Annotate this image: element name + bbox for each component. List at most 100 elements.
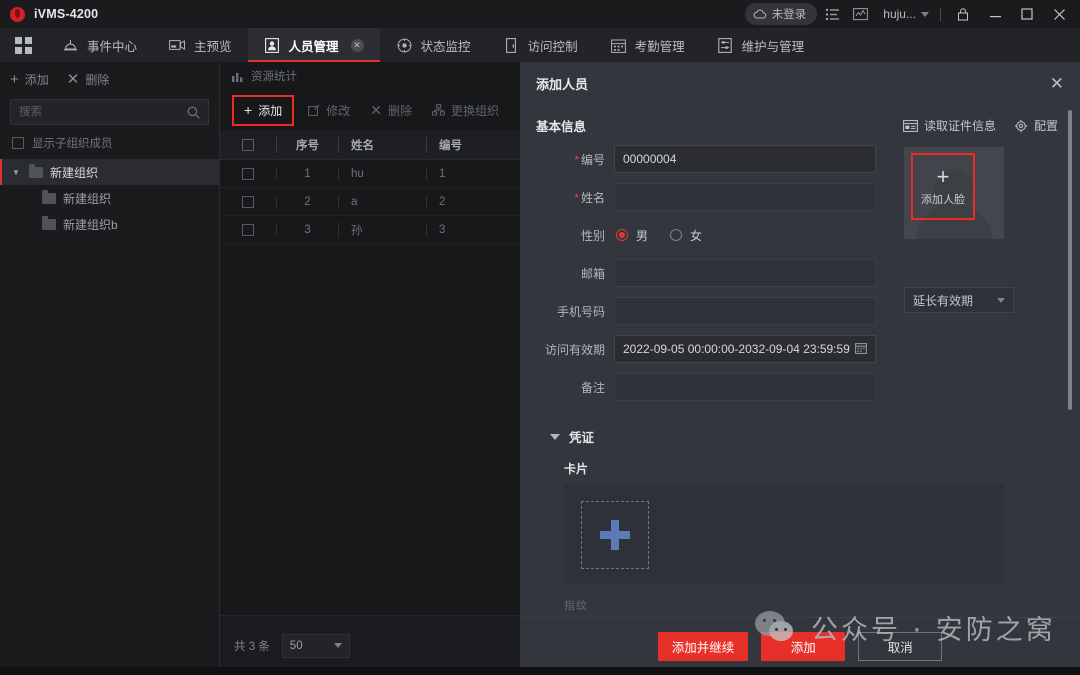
row-checkbox[interactable]: [220, 167, 276, 180]
cell-code: 3: [426, 223, 520, 236]
cell-code: 2: [426, 195, 520, 208]
list-icon[interactable]: [819, 3, 845, 25]
organization-toolbar: + 添加 ✕ 删除: [0, 62, 219, 96]
close-icon[interactable]: [1044, 2, 1074, 26]
dialog-scrollbar[interactable]: [1068, 110, 1072, 410]
show-sub-members-checkbox[interactable]: [12, 137, 24, 149]
read-id-card-button[interactable]: 读取证件信息: [903, 117, 996, 134]
tab-event-center[interactable]: 事件中心: [46, 28, 153, 62]
row-checkbox[interactable]: [220, 223, 276, 236]
cell-seq: 2: [276, 195, 338, 208]
add-card-button[interactable]: [581, 501, 649, 569]
gender-label: 性别: [580, 228, 605, 243]
select-all-checkbox[interactable]: [220, 138, 276, 151]
row-checkbox[interactable]: [220, 195, 276, 208]
alarm-bell-icon: [62, 38, 79, 53]
person-list-footer: 共 3 条 50: [220, 615, 520, 675]
tab-attendance[interactable]: 考勤管理: [594, 28, 701, 62]
person-change-org-label: 更换组织: [450, 103, 499, 118]
chevron-down-icon[interactable]: [550, 433, 560, 440]
tab-label: 主预览: [194, 39, 232, 54]
tree-item-label: 新建组织: [50, 165, 99, 180]
face-photo-area[interactable]: + 添加人脸: [904, 147, 1004, 239]
person-delete-button[interactable]: ✕ 删除: [364, 98, 418, 123]
table-row[interactable]: 2 a 2: [220, 188, 520, 216]
credential-section-header[interactable]: 凭证: [536, 427, 1058, 446]
remark-input[interactable]: [614, 373, 876, 401]
extend-validity-select[interactable]: 延长有效期: [904, 287, 1014, 313]
minimize-icon[interactable]: [980, 2, 1010, 26]
tab-label: 事件中心: [87, 39, 138, 54]
module-tab-bar: 事件中心 主预览 人员管理 ✕ 状态监控 访问控制 考勤管理 维护与管理: [0, 28, 1080, 62]
validity-input[interactable]: 2022-09-05 00:00:00-2032-09-04 23:59:59: [614, 335, 876, 363]
org-delete-button[interactable]: ✕ 删除: [67, 71, 110, 88]
page-size-select[interactable]: 50: [281, 633, 350, 658]
email-label: 邮箱: [580, 266, 605, 281]
user-menu[interactable]: huju...: [875, 7, 933, 21]
radio-male-icon[interactable]: [616, 229, 628, 241]
calendar-icon[interactable]: [855, 342, 867, 357]
tree-item-child-org-2[interactable]: 新建组织b: [0, 211, 219, 237]
tab-status-monitor[interactable]: 状态监控: [380, 28, 487, 62]
tree-item-label: 新建组织b: [63, 217, 118, 232]
config-button[interactable]: 配置: [1014, 117, 1058, 134]
cell-seq: 3: [276, 223, 338, 236]
person-change-org-button[interactable]: 更换组织: [426, 98, 505, 123]
person-edit-button[interactable]: 修改: [302, 98, 356, 123]
org-search-box[interactable]: [10, 99, 209, 125]
credential-section-title: 凭证: [569, 431, 595, 445]
close-x-icon: ✕: [370, 102, 382, 118]
field-row-code: * 编号 00000004: [536, 145, 876, 173]
column-header-seq[interactable]: 序号: [276, 136, 338, 153]
folder-icon: [29, 163, 43, 178]
resource-stat-header[interactable]: 资源统计: [220, 62, 520, 90]
radio-female-icon[interactable]: [670, 229, 683, 241]
folder-icon: [42, 189, 56, 204]
person-add-button[interactable]: + 添加: [232, 94, 295, 126]
name-input[interactable]: [614, 183, 876, 211]
tree-item-root-org[interactable]: ▼ 新建组织: [0, 159, 219, 185]
tab-main-preview[interactable]: 主预览: [153, 28, 248, 62]
tab-person-management[interactable]: 人员管理 ✕: [247, 28, 380, 62]
tab-close-icon[interactable]: ✕: [350, 38, 364, 52]
gender-female-option[interactable]: 女: [670, 227, 702, 244]
tab-label: 访问控制: [527, 39, 578, 54]
swap-org-icon: [432, 104, 445, 116]
field-row-remark: 备注: [536, 373, 876, 401]
chevron-down-icon: [997, 297, 1005, 303]
door-icon: [503, 37, 520, 53]
tab-maintenance[interactable]: 维护与管理: [701, 28, 821, 62]
chevron-down-icon: [921, 11, 929, 17]
cancel-button[interactable]: 取消: [858, 632, 943, 661]
add-and-continue-button[interactable]: 添加并继续: [657, 632, 749, 661]
org-add-button[interactable]: + 添加: [10, 71, 49, 88]
chart-icon[interactable]: [847, 3, 873, 25]
email-input[interactable]: [614, 259, 876, 287]
bar-chart-icon: [232, 72, 243, 82]
show-sub-members-row[interactable]: 显示子组织成员: [0, 125, 219, 159]
field-row-gender: 性别 男 女: [536, 221, 876, 249]
person-edit-label: 修改: [326, 103, 351, 118]
code-input[interactable]: 00000004: [614, 145, 876, 173]
person-add-label: 添加: [258, 103, 283, 118]
maximize-icon[interactable]: [1012, 2, 1042, 26]
apps-grid-icon[interactable]: [0, 28, 46, 62]
resource-stat-label: 资源统计: [251, 71, 297, 83]
cloud-login-status[interactable]: 未登录: [744, 3, 818, 25]
tab-access-control[interactable]: 访问控制: [487, 28, 594, 62]
table-row[interactable]: 3 孙 3: [220, 216, 520, 244]
tree-item-child-org-1[interactable]: 新建组织: [0, 185, 219, 211]
column-header-code[interactable]: 编号: [426, 136, 520, 153]
section-title-basic-info: 基本信息: [536, 120, 587, 134]
close-icon[interactable]: ✕: [1050, 75, 1064, 92]
lock-icon[interactable]: [948, 2, 978, 26]
table-row[interactable]: 1 hu 1: [220, 160, 520, 188]
column-header-name[interactable]: 姓名: [338, 136, 426, 153]
add-button[interactable]: 添加: [761, 632, 846, 661]
gender-male-option[interactable]: 男: [616, 227, 648, 244]
add-face-button[interactable]: + 添加人脸: [911, 153, 975, 220]
phone-input[interactable]: [614, 297, 876, 325]
chevron-down-icon[interactable]: ▼: [12, 168, 22, 177]
search-input[interactable]: [19, 106, 187, 118]
code-label: * 编号: [574, 152, 605, 167]
